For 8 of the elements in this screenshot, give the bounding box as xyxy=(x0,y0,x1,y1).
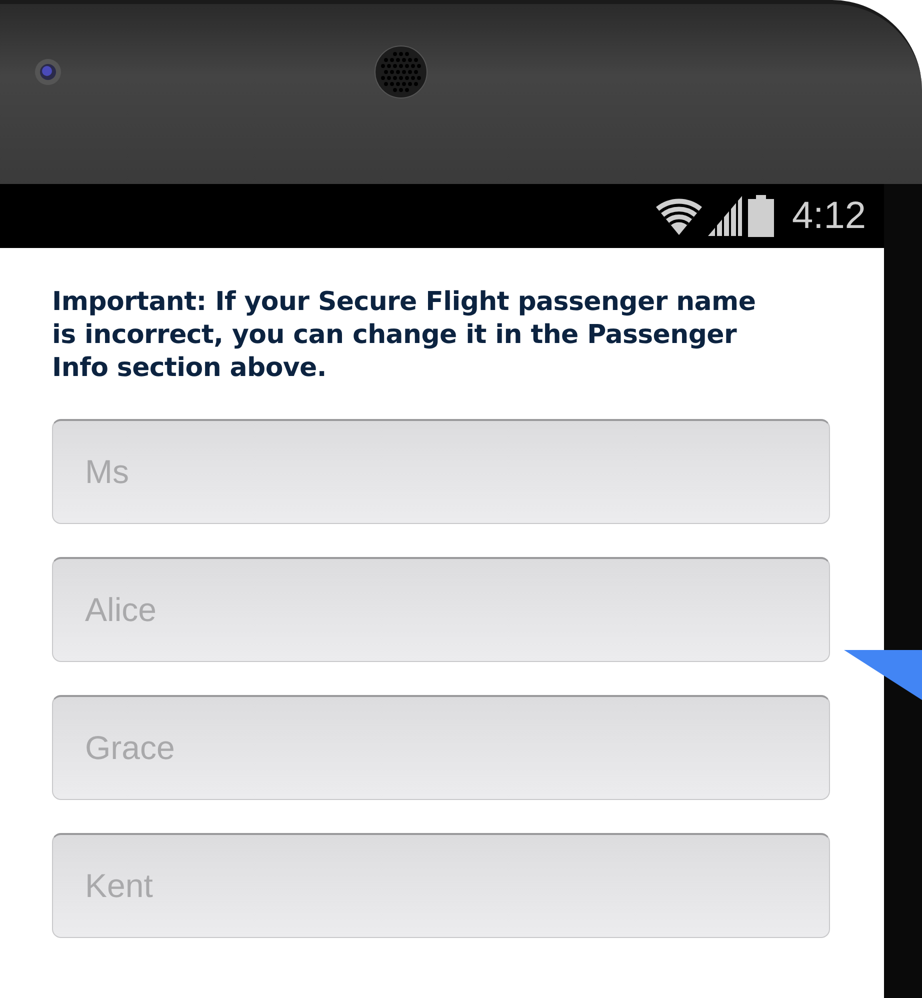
camera-icon xyxy=(34,58,62,86)
notice-text: Important: If your Secure Flight passenger name is incorrect, you can change it in the Passenger Info section above. xyxy=(52,286,757,385)
speaker-grille-icon xyxy=(374,45,428,99)
triangle-icon xyxy=(844,648,922,700)
wifi-icon xyxy=(656,197,702,235)
status-time: 4:12 xyxy=(792,194,866,238)
signal-icon xyxy=(708,196,742,236)
battery-icon xyxy=(748,195,774,237)
